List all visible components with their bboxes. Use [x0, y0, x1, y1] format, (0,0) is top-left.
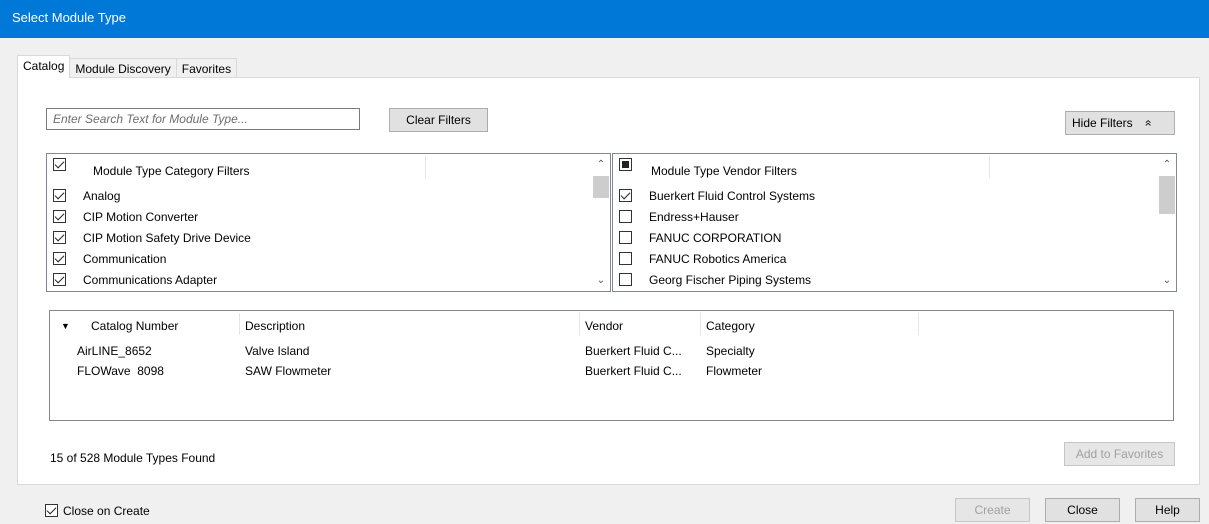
vendor-cell: Buerkert Fluid C...: [585, 344, 682, 358]
vendor-cell: Buerkert Fluid C...: [585, 364, 682, 378]
table-row[interactable]: FLOWave 8098 SAW Flowmeter Buerkert Flui…: [50, 361, 1173, 381]
vendor-label: Georg Fischer Piping Systems: [649, 273, 812, 287]
scroll-up-icon[interactable]: ⌃: [592, 156, 610, 173]
category-filter-title: Module Type Category Filters: [93, 164, 250, 178]
category-filter-item[interactable]: Analog: [47, 186, 592, 207]
category-cell: Flowmeter: [706, 364, 763, 378]
category-select-all-checkbox[interactable]: [53, 158, 66, 171]
catalog-number-cell: AirLINE_8652: [77, 344, 152, 358]
category-checkbox[interactable]: [53, 189, 66, 202]
column-divider[interactable]: [579, 313, 580, 335]
scroll-down-icon[interactable]: ⌄: [1158, 272, 1176, 289]
category-scrollbar[interactable]: ⌃ ⌄: [592, 154, 610, 291]
category-filter-item[interactable]: CIP Motion Converter: [47, 207, 592, 228]
results-count-status: 15 of 528 Module Types Found: [50, 451, 216, 465]
tab-catalog[interactable]: Catalog: [17, 55, 71, 78]
vendor-checkbox[interactable]: [619, 189, 632, 202]
category-filter-item[interactable]: Communications Adapter: [47, 270, 592, 291]
category-filter-header: Module Type Category Filters: [47, 154, 610, 178]
vendor-filter-title: Module Type Vendor Filters: [651, 164, 797, 178]
catalog-number-cell: FLOWave 8098: [77, 364, 164, 378]
close-on-create-checkbox[interactable]: [45, 504, 58, 517]
column-divider: [989, 156, 990, 178]
clear-filters-button[interactable]: Clear Filters: [389, 108, 488, 132]
column-divider[interactable]: [239, 313, 240, 335]
category-checkbox[interactable]: [53, 252, 66, 265]
close-on-create-label: Close on Create: [63, 504, 150, 518]
scroll-up-icon[interactable]: ⌃: [1158, 156, 1176, 173]
description-cell: SAW Flowmeter: [245, 364, 332, 378]
vendor-checkbox[interactable]: [619, 273, 632, 286]
vendor-select-all-checkbox[interactable]: [619, 158, 632, 171]
vendor-scrollbar[interactable]: ⌃ ⌄: [1158, 154, 1176, 291]
tab-strip: Catalog Module Discovery Favorites: [17, 55, 238, 78]
vendor-checkbox[interactable]: [619, 252, 632, 265]
hide-filters-button[interactable]: Hide Filters »: [1065, 111, 1175, 135]
category-filter-item[interactable]: Communication: [47, 249, 592, 270]
category-label: CIP Motion Safety Drive Device: [83, 231, 251, 245]
category-checkbox[interactable]: [53, 273, 66, 286]
category-filter-list: Module Type Category Filters Analog CIP …: [46, 153, 611, 292]
category-cell: Specialty: [706, 344, 755, 358]
create-button[interactable]: Create: [955, 498, 1030, 522]
category-checkbox[interactable]: [53, 231, 66, 244]
vendor-checkbox[interactable]: [619, 210, 632, 223]
vendor-filter-item[interactable]: Endress+Hauser: [613, 207, 1158, 228]
results-grid: ▼ Catalog Number Description Vendor Cate…: [49, 310, 1174, 421]
tab-module-discovery[interactable]: Module Discovery: [69, 58, 177, 78]
hide-filters-label: Hide Filters: [1072, 116, 1133, 130]
catalog-panel: Enter Search Text for Module Type... Cle…: [17, 77, 1200, 485]
column-divider[interactable]: [700, 313, 701, 335]
double-chevron-up-icon: »: [1140, 119, 1155, 127]
category-label: Analog: [83, 189, 121, 203]
category-filter-item[interactable]: CIP Motion Safety Drive Device: [47, 228, 592, 249]
window-title: Select Module Type: [12, 10, 126, 25]
vendor-filter-item[interactable]: Georg Fischer Piping Systems: [613, 270, 1158, 291]
scroll-thumb[interactable]: [1159, 176, 1175, 214]
title-bar: Select Module Type: [0, 0, 1209, 38]
category-label: Communications Adapter: [83, 273, 218, 287]
category-label: Communication: [83, 252, 167, 266]
vendor-filter-item[interactable]: FANUC Robotics America: [613, 249, 1158, 270]
vendor-label: Endress+Hauser: [649, 210, 739, 224]
scroll-down-icon[interactable]: ⌄: [592, 272, 610, 289]
column-header-category[interactable]: Category: [706, 319, 755, 333]
column-divider: [425, 156, 426, 178]
category-label: CIP Motion Converter: [83, 210, 199, 224]
add-to-favorites-button[interactable]: Add to Favorites: [1064, 442, 1175, 466]
help-button[interactable]: Help: [1135, 498, 1200, 522]
vendor-checkbox[interactable]: [619, 231, 632, 244]
scroll-thumb[interactable]: [593, 176, 609, 198]
vendor-label: Buerkert Fluid Control Systems: [649, 189, 816, 203]
column-divider[interactable]: [918, 313, 919, 335]
vendor-filter-header: Module Type Vendor Filters: [613, 154, 1176, 178]
search-input[interactable]: Enter Search Text for Module Type...: [46, 108, 360, 130]
vendor-filter-list: Module Type Vendor Filters Buerkert Flui…: [612, 153, 1177, 292]
description-cell: Valve Island: [245, 344, 310, 358]
close-button[interactable]: Close: [1045, 498, 1120, 522]
column-header-description[interactable]: Description: [245, 319, 305, 333]
table-row[interactable]: AirLINE_8652 Valve Island Buerkert Fluid…: [50, 341, 1173, 361]
column-header-catalog-number[interactable]: Catalog Number: [91, 319, 178, 333]
column-header-vendor[interactable]: Vendor: [585, 319, 623, 333]
vendor-filter-item[interactable]: FANUC CORPORATION: [613, 228, 1158, 249]
category-checkbox[interactable]: [53, 210, 66, 223]
vendor-label: FANUC CORPORATION: [649, 231, 782, 245]
vendor-filter-item[interactable]: Buerkert Fluid Control Systems: [613, 186, 1158, 207]
vendor-label: FANUC Robotics America: [649, 252, 787, 266]
tab-favorites[interactable]: Favorites: [175, 58, 238, 78]
sort-descending-icon[interactable]: ▼: [61, 321, 70, 331]
